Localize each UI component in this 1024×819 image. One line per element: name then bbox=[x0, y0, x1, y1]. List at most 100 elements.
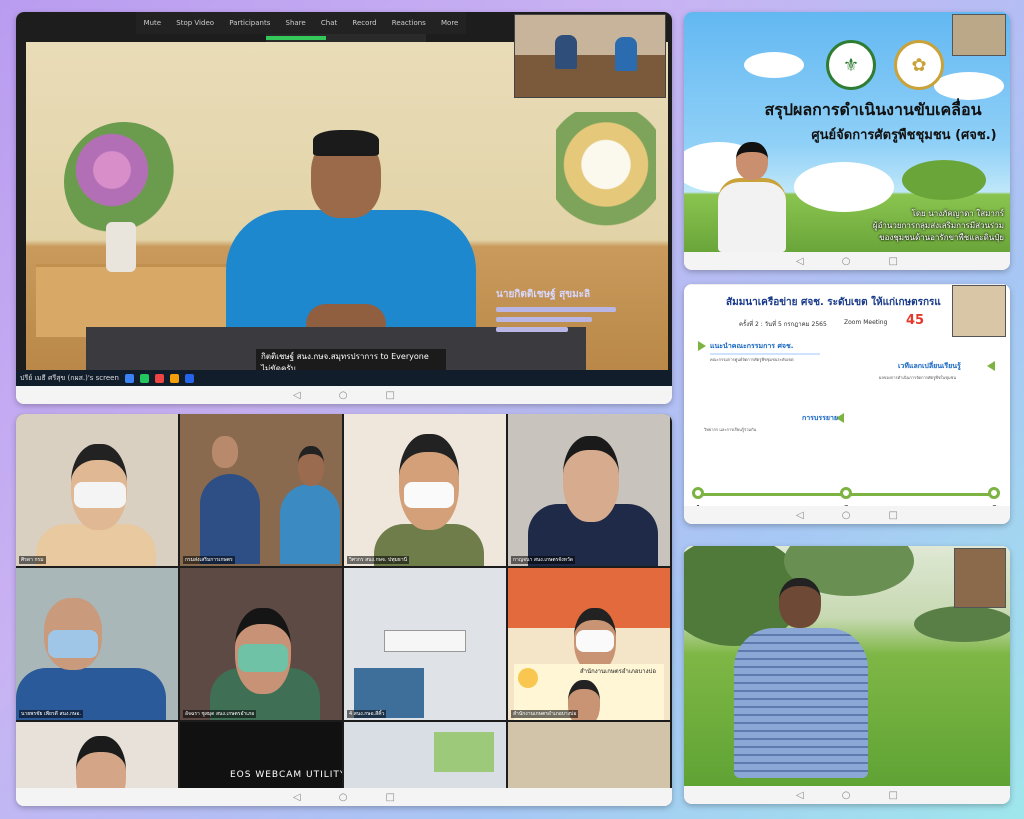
toolbar-item[interactable]: Mute bbox=[144, 19, 162, 27]
back-icon[interactable]: ◁ bbox=[293, 792, 301, 803]
taskbar-app-icon[interactable] bbox=[184, 373, 194, 383]
participant-name: สำนักงานเกษตรอำเภอบางบ่อ bbox=[511, 710, 579, 718]
home-icon[interactable]: ○ bbox=[339, 390, 348, 401]
participant-tile[interactable]: 4 สนง.กษอ.สีคิ้ว bbox=[344, 568, 506, 720]
participant-name: กรมส่งเสริมการเกษตร bbox=[183, 556, 235, 564]
toolbar-item[interactable]: Reactions bbox=[392, 19, 426, 27]
sun-icon bbox=[518, 668, 538, 688]
home-icon[interactable]: ○ bbox=[842, 790, 851, 801]
participant-tile[interactable] bbox=[508, 722, 670, 788]
credit-line: ผู้อำนวยการกลุ่มส่งเสริมการมีส่วนร่วม bbox=[872, 221, 1004, 230]
gallery-view-panel: ศิรดา กรม กรมส่งเสริมการเกษตร วิศวกร สนง… bbox=[16, 414, 672, 806]
agenda-date: ครั้งที่ 2 : วันที่ 5 กรกฎาคม 2565 bbox=[739, 321, 827, 328]
farmer-video bbox=[684, 546, 1010, 786]
participant-name: วิศวกร สนง.กษจ. ปทุมธานี bbox=[347, 556, 410, 564]
cloud bbox=[794, 162, 894, 212]
vase bbox=[106, 222, 136, 272]
section-text: คณะกรรมการศูนย์จัดการศัตรูพืชชุมชนระดับเ… bbox=[710, 357, 794, 362]
back-icon[interactable]: ◁ bbox=[293, 390, 301, 401]
agency-logo: ✿ bbox=[894, 40, 944, 90]
home-icon[interactable]: ○ bbox=[842, 510, 851, 521]
toolbar-item[interactable]: Chat bbox=[321, 19, 337, 27]
anniversary-badge: 45 bbox=[906, 313, 925, 328]
toolbar-item[interactable]: Stop Video bbox=[176, 19, 214, 27]
presenter-credit: โดย นางภัคญาดา ใสมากร์ ผู้อำนวยการกลุ่มส… bbox=[834, 208, 1004, 244]
speaker-hair bbox=[313, 130, 379, 156]
back-icon[interactable]: ◁ bbox=[796, 510, 804, 521]
taskbar-app-icon[interactable] bbox=[154, 373, 164, 383]
title-slide: ⚜ ✿ สรุปผลการดำเนินงานขับเคลื่อน ศูนย์จั… bbox=[684, 12, 1010, 252]
recents-icon[interactable]: □ bbox=[888, 790, 897, 801]
arrow-icon bbox=[987, 361, 995, 371]
taskbar-app-icon[interactable] bbox=[169, 373, 179, 383]
taskbar-app-icon[interactable] bbox=[139, 373, 149, 383]
taskbar-app-icon[interactable] bbox=[124, 373, 134, 383]
seminar-agenda-panel: สัมมนาเครือข่าย ศจช. ระดับเขต ให้แก่เกษต… bbox=[684, 284, 1010, 524]
orchid-plant bbox=[556, 112, 656, 262]
recents-icon[interactable]: □ bbox=[385, 390, 394, 401]
participant-name: ศิรดา กรม bbox=[19, 556, 46, 564]
back-icon[interactable]: ◁ bbox=[796, 256, 804, 267]
section-text: วิทยากร และการเรียนรู้ร่วมกัน bbox=[704, 427, 757, 432]
self-view-thumbnail[interactable] bbox=[952, 14, 1006, 56]
toolbar-item[interactable]: Participants bbox=[229, 19, 270, 27]
back-icon[interactable]: ◁ bbox=[796, 790, 804, 801]
field-video-panel: ◁ ○ □ bbox=[684, 546, 1010, 804]
presentation-title-panel: ⚜ ✿ สรุปผลการดำเนินงานขับเคลื่อน ศูนย์จั… bbox=[684, 12, 1010, 270]
slide-title: สรุปผลการดำเนินงานขับเคลื่อน bbox=[764, 100, 982, 119]
toolbar-item[interactable]: Share bbox=[286, 19, 306, 27]
participant-name: อัจฉรา ชูสมุด สนง.เกษตรอำเภอ bbox=[183, 710, 257, 718]
agenda-slide: สัมมนาเครือข่าย ศจช. ระดับเขต ให้แก่เกษต… bbox=[684, 284, 1010, 507]
main-meeting-panel: Mute Stop Video Participants Share Chat … bbox=[16, 12, 672, 404]
share-indicator bbox=[266, 34, 426, 42]
webcam-utility-label: EOS WEBCAM UTILITY bbox=[230, 770, 342, 780]
android-navbar: ◁ ○ □ bbox=[16, 386, 672, 404]
participant-name: กาญจนา สนง.เกษตรจังหวัด bbox=[511, 556, 576, 564]
cloud bbox=[744, 52, 804, 78]
toolbar-item[interactable]: Record bbox=[352, 19, 376, 27]
self-view-thumbnail[interactable] bbox=[954, 548, 1006, 608]
timeline-node bbox=[692, 487, 704, 499]
participant-tile[interactable]: วิศวกร สนง.กษจ. ปทุมธานี bbox=[344, 414, 506, 566]
credit-line: ของชุมชนด้านอารักขาพืชและดินปุ๋ย bbox=[879, 233, 1004, 242]
presenter-name-overlay: นายกิตติเชษฐ์ สุขมะลิ bbox=[496, 287, 616, 332]
zoom-meeting-label: Zoom Meeting bbox=[844, 319, 888, 326]
participant-tile[interactable]: สำนักงานเกษตรอำเภอบางบ่อ สำนักงานเกษตรอำ… bbox=[508, 568, 670, 720]
recents-icon[interactable]: □ bbox=[385, 792, 394, 803]
participant-tile[interactable] bbox=[344, 722, 506, 788]
chat-sender: กิตติเชษฐ์ สนง.กษจ.สมุทรปราการ to Everyo… bbox=[261, 352, 429, 361]
participant-tile[interactable]: EOS WEBCAM UTILITY bbox=[180, 722, 342, 788]
android-navbar: ◁ ○ □ bbox=[684, 252, 1010, 270]
credit-line: โดย นางภัคญาดา ใสมากร์ bbox=[911, 209, 1004, 218]
windows-taskbar[interactable]: ปรีย์ เมธี ศรีสุข (กผส.)'s screen bbox=[16, 370, 672, 386]
self-view-thumbnail[interactable] bbox=[514, 14, 666, 98]
zoom-toolbar[interactable]: Mute Stop Video Participants Share Chat … bbox=[136, 12, 466, 34]
android-navbar: ◁ ○ □ bbox=[684, 786, 1010, 804]
android-navbar: ◁ ○ □ bbox=[684, 506, 1010, 524]
presenter-name: นายกิตติเชษฐ์ สุขมะลิ bbox=[496, 289, 591, 300]
participant-name: นายพรชัย เพียรดี สนง.กษอ. bbox=[19, 710, 83, 718]
participant-tile[interactable]: ศิรดา กรม bbox=[16, 414, 178, 566]
farmer-shirt bbox=[734, 628, 868, 778]
section-heading: เวทีแลกเปลี่ยนเรียนรู้ bbox=[898, 362, 961, 370]
screen-share-label: ปรีย์ เมธี ศรีสุข (กผส.)'s screen bbox=[20, 373, 119, 382]
house-illustration bbox=[902, 160, 986, 200]
self-view-thumbnail[interactable] bbox=[952, 285, 1006, 337]
department-logo: ⚜ bbox=[826, 40, 876, 90]
name-line bbox=[496, 327, 568, 332]
home-icon[interactable]: ○ bbox=[842, 256, 851, 267]
section-heading: แนะนำคณะกรรมการ ศจช. bbox=[710, 342, 794, 350]
participant-tile[interactable] bbox=[16, 722, 178, 788]
participant-tile[interactable]: กรมส่งเสริมการเกษตร bbox=[180, 414, 342, 566]
toolbar-item[interactable]: More bbox=[441, 19, 458, 27]
cloud bbox=[934, 72, 1004, 100]
participant-tile[interactable]: อัจฉรา ชูสมุด สนง.เกษตรอำเภอ bbox=[180, 568, 342, 720]
slide-subtitle: ศูนย์จัดการศัตรูพืชชุมชน (ศจช.) bbox=[811, 128, 997, 143]
participant-tile[interactable]: นายพรชัย เพียรดี สนง.กษอ. bbox=[16, 568, 178, 720]
participant-tile[interactable]: กาญจนา สนง.เกษตรจังหวัด bbox=[508, 414, 670, 566]
name-line bbox=[496, 317, 592, 322]
recents-icon[interactable]: □ bbox=[888, 510, 897, 521]
home-icon[interactable]: ○ bbox=[339, 792, 348, 803]
presenter-portrait bbox=[712, 142, 792, 252]
recents-icon[interactable]: □ bbox=[888, 256, 897, 267]
